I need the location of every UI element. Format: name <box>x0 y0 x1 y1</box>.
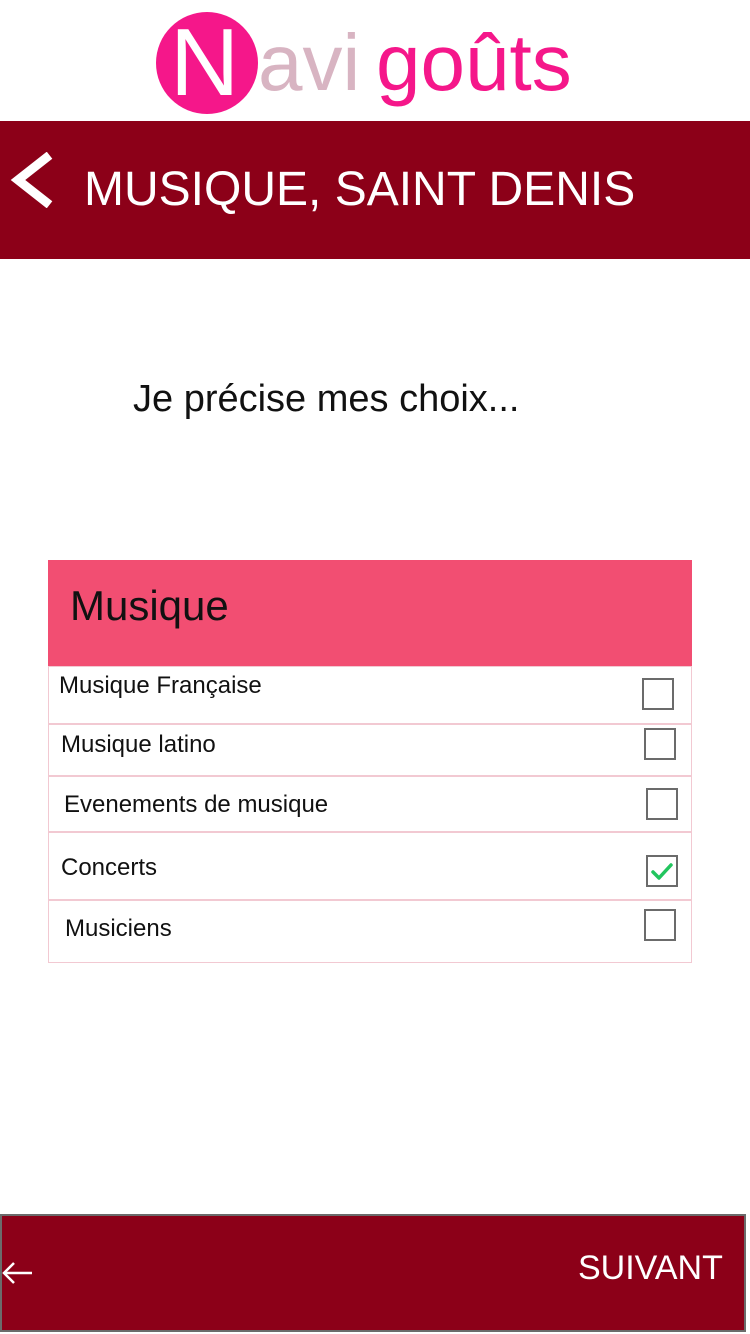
option-row-evenements-de-musique[interactable]: Evenements de musique <box>48 776 692 832</box>
next-button[interactable]: SUIVANT <box>578 1247 723 1289</box>
checkbox-musique-latino[interactable] <box>644 728 676 760</box>
logo-letter-n: N <box>170 9 240 116</box>
instruction-text: Je précise mes choix... <box>133 378 520 420</box>
chevron-left-icon <box>10 151 53 209</box>
arrow-left-icon <box>2 1262 32 1284</box>
option-label: Musiciens <box>65 915 172 942</box>
checkbox-musiciens[interactable] <box>644 909 676 941</box>
logo-text-avi: avi <box>258 18 361 107</box>
option-label: Concerts <box>61 854 158 881</box>
option-row-musiciens[interactable]: Musiciens <box>48 900 692 963</box>
option-row-musique-francaise[interactable]: Musique Française <box>48 666 692 724</box>
page-title: MUSIQUE, SAINT DENIS <box>84 163 636 216</box>
checkbox-concerts[interactable] <box>646 855 678 887</box>
option-label: Musique latino <box>61 731 216 758</box>
checkbox-evenements-de-musique[interactable] <box>646 788 678 820</box>
app-logo: N avi goûts <box>0 0 750 121</box>
checkmark-icon <box>651 863 673 880</box>
category-panel: Musique Musique Française Musique latino… <box>48 560 692 963</box>
back-button[interactable] <box>8 151 56 209</box>
category-header: Musique <box>48 560 692 666</box>
option-row-musique-latino[interactable]: Musique latino <box>48 724 692 776</box>
option-row-concerts[interactable]: Concerts <box>48 832 692 900</box>
previous-button[interactable] <box>0 1258 36 1288</box>
option-label: Musique Française <box>59 672 262 699</box>
option-label: Evenements de musique <box>64 791 329 818</box>
checkbox-musique-francaise[interactable] <box>642 678 674 710</box>
category-title: Musique <box>70 582 229 629</box>
logo-text-gouts: goûts <box>376 18 572 107</box>
